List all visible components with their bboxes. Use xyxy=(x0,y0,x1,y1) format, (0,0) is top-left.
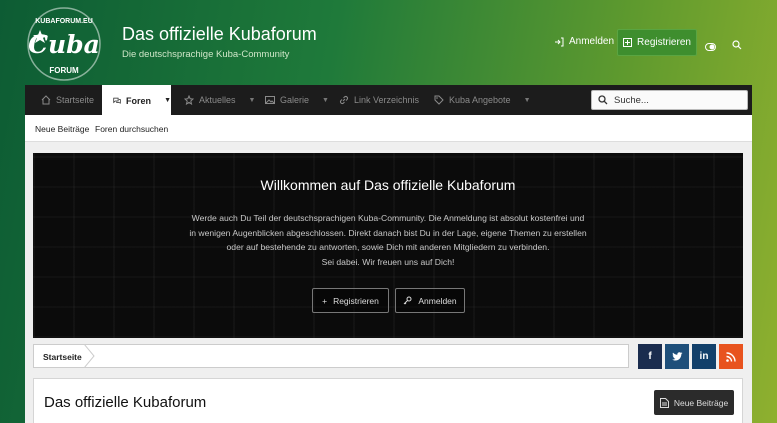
banner-login-button[interactable]: Anmelden xyxy=(395,288,465,313)
header-login-button[interactable]: Anmelden xyxy=(554,36,614,47)
welcome-text-line: in wenigen Augenblicken abgeschlossen. D… xyxy=(189,227,587,238)
main-navbar: Startseite Foren ▼ Aktuelles ▼ Galerie ▼… xyxy=(25,85,752,116)
banner-register-label: Registrieren xyxy=(333,295,379,306)
banner-login-label: Anmelden xyxy=(418,295,457,306)
nav-label-foren: Foren xyxy=(126,95,152,106)
chat-icon xyxy=(113,97,121,104)
share-rss-button[interactable]: rss xyxy=(719,344,743,369)
header-login-label: Anmelden xyxy=(569,36,615,47)
search-icon xyxy=(598,95,608,105)
subnav-foren-durchsuchen[interactable]: Foren durchsuchen xyxy=(95,124,168,134)
header-register-label: Registrieren xyxy=(637,37,691,48)
nav-search-input[interactable]: Suche... xyxy=(591,90,748,110)
subnav-neue-beitraege[interactable]: Neue Beiträge xyxy=(35,124,89,134)
home-icon xyxy=(41,95,51,105)
nav-item-foren[interactable]: Foren ▼ xyxy=(102,85,171,116)
breadcrumb: Startseite xyxy=(33,344,629,368)
nav-label-galerie: Galerie xyxy=(280,95,310,105)
breadcrumb-arrow-icon xyxy=(84,344,95,368)
site-title[interactable]: Das offizielle Kubaforum xyxy=(122,24,317,45)
header-search-icon[interactable] xyxy=(732,37,742,50)
sub-navbar: Neue Beiträge Foren durchsuchen xyxy=(25,115,752,142)
facebook-icon: f xyxy=(648,351,652,362)
new-posts-button[interactable]: Neue Beiträge xyxy=(654,390,734,415)
header-register-button[interactable]: Registrieren xyxy=(617,29,697,56)
nav-label-kuba-angebote: Kuba Angebote xyxy=(449,95,511,105)
share-facebook-button[interactable]: f xyxy=(638,344,662,369)
theme-toggle-icon[interactable] xyxy=(705,38,716,51)
logo-text-bottom: FORUM xyxy=(49,66,79,75)
share-linkedin-button[interactable]: in xyxy=(692,344,716,369)
kuba-angebote-dropdown-icon[interactable]: ▼ xyxy=(524,97,531,104)
main-container: Startseite Foren ▼ Aktuelles ▼ Galerie ▼… xyxy=(25,85,752,423)
new-posts-label: Neue Beiträge xyxy=(673,397,729,408)
twitter-icon xyxy=(671,352,682,361)
site-description: Die deutschsprachige Kuba-Community xyxy=(122,49,290,60)
nav-label-startseite: Startseite xyxy=(56,95,95,105)
nav-item-aktuelles[interactable]: Aktuelles ▼ xyxy=(184,85,255,115)
image-icon xyxy=(265,96,275,104)
nav-item-link-verzeichnis[interactable]: Link Verzeichnis xyxy=(339,85,419,115)
share-twitter-button[interactable]: t xyxy=(665,344,689,369)
register-icon xyxy=(623,38,633,47)
logo-text-top: KUBAFORUM.EU xyxy=(35,18,93,25)
forum-block: Das offizielle Kubaforum Neue Beiträge xyxy=(33,378,743,423)
tag-icon xyxy=(434,95,444,105)
welcome-text-line: Sei dabei. Wir freuen uns auf Dich! xyxy=(321,256,455,267)
breadcrumb-startseite[interactable]: Startseite xyxy=(43,352,82,362)
nav-label-aktuelles: Aktuelles xyxy=(199,95,236,105)
welcome-text: Werde auch Du Teil der deutschsprachigen… xyxy=(168,211,608,269)
nav-item-galerie[interactable]: Galerie ▼ xyxy=(265,85,329,115)
nav-label-link-verzeichnis: Link Verzeichnis xyxy=(354,95,420,105)
linkedin-icon: in xyxy=(699,351,709,362)
banner-register-button[interactable]: + Registrieren xyxy=(312,288,389,313)
nav-item-kuba-angebote[interactable]: Kuba Angebote ▼ xyxy=(434,85,531,115)
page-content: Willkommen auf Das offizielle Kubaforum … xyxy=(25,142,752,423)
welcome-text-line: oder auf bestehende zu antworten, sowie … xyxy=(226,242,550,253)
star-icon xyxy=(184,95,194,105)
welcome-text-line: Werde auch Du Teil der deutschsprachigen… xyxy=(191,213,585,223)
link-icon xyxy=(340,96,348,104)
galerie-dropdown-icon[interactable]: ▼ xyxy=(322,97,329,104)
rss-icon xyxy=(726,351,736,362)
forum-title: Das offizielle Kubaforum xyxy=(44,394,207,411)
welcome-banner: Willkommen auf Das offizielle Kubaforum … xyxy=(33,153,743,338)
login-icon xyxy=(555,37,564,46)
welcome-title: Willkommen auf Das offizielle Kubaforum xyxy=(260,177,516,193)
search-placeholder: Suche... xyxy=(614,94,649,106)
nav-item-startseite[interactable]: Startseite xyxy=(41,85,94,115)
document-icon xyxy=(659,397,669,408)
plus-icon: + xyxy=(322,295,328,306)
aktuelles-dropdown-icon[interactable]: ▼ xyxy=(249,97,256,104)
site-logo[interactable]: KUBAFORUM.EU Cuba FORUM xyxy=(24,6,104,82)
foren-dropdown-icon[interactable]: ▼ xyxy=(164,97,171,104)
key-icon xyxy=(404,296,412,305)
